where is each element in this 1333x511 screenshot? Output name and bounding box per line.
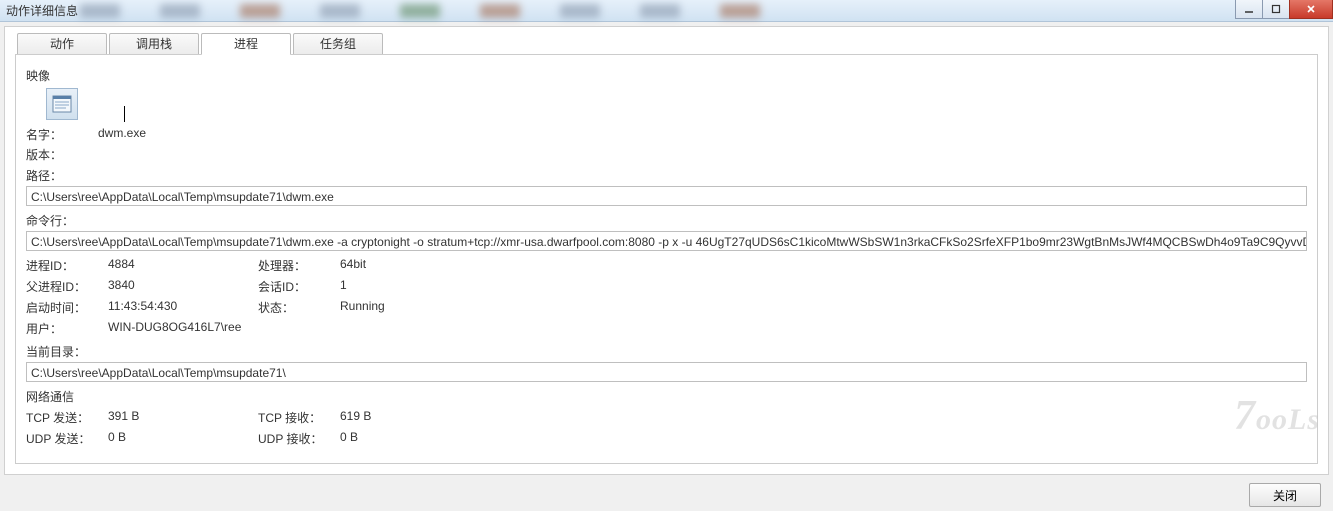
close-button-label: 关闭 <box>1273 489 1297 503</box>
version-label: 版本： <box>26 146 98 163</box>
cwd-label: 当前目录： <box>26 343 1307 360</box>
text-caret <box>124 106 125 122</box>
tab-process[interactable]: 进程 <box>201 33 291 55</box>
path-value: C:\Users\ree\AppData\Local\Temp\msupdate… <box>31 190 334 204</box>
tab-label: 调用栈 <box>136 37 172 51</box>
tcp-send-value: 391 B <box>108 409 248 426</box>
cwd-value: C:\Users\ree\AppData\Local\Temp\msupdate… <box>31 366 286 380</box>
session-label: 会话ID： <box>258 278 330 295</box>
path-label: 路径： <box>26 167 1307 184</box>
window-controls <box>1236 0 1333 19</box>
window-title: 动作详细信息 <box>6 2 78 19</box>
image-section-label: 映像 <box>26 67 1307 84</box>
name-label: 名字： <box>26 126 98 143</box>
tcp-send-label: TCP 发送： <box>26 409 98 426</box>
cpu-label: 处理器： <box>258 257 330 274</box>
ppid-value: 3840 <box>108 278 248 295</box>
tab-row: 动作 调用栈 进程 任务组 <box>5 27 1328 55</box>
cwd-box[interactable]: C:\Users\ree\AppData\Local\Temp\msupdate… <box>26 362 1307 382</box>
title-bar: 动作详细信息 <box>0 0 1333 22</box>
name-value: dwm.exe <box>98 126 146 143</box>
cpu-value: 64bit <box>340 257 480 274</box>
version-row: 版本： <box>26 146 1307 163</box>
udp-send-value: 0 B <box>108 430 248 447</box>
ppid-label: 父进程ID： <box>26 278 98 295</box>
close-button[interactable] <box>1289 0 1333 19</box>
content-area: 动作 调用栈 进程 任务组 映像 名字 <box>4 26 1329 475</box>
status-label: 状态： <box>258 299 330 316</box>
start-value: 11:43:54:430 <box>108 299 248 316</box>
tab-action[interactable]: 动作 <box>17 33 107 55</box>
tcp-recv-value: 619 B <box>340 409 480 426</box>
cmd-box[interactable]: C:\Users\ree\AppData\Local\Temp\msupdate… <box>26 231 1307 251</box>
cmd-label: 命令行： <box>26 212 1307 229</box>
udp-recv-value: 0 B <box>340 430 480 447</box>
name-row: 名字： dwm.exe <box>26 126 1307 143</box>
status-value: Running <box>340 299 480 316</box>
path-box[interactable]: C:\Users\ree\AppData\Local\Temp\msupdate… <box>26 186 1307 206</box>
tab-taskgroup[interactable]: 任务组 <box>293 33 383 55</box>
cmd-value: C:\Users\ree\AppData\Local\Temp\msupdate… <box>31 235 1307 249</box>
tab-label: 任务组 <box>320 37 356 51</box>
footer-row: 关闭 <box>0 479 1333 511</box>
net-section-label: 网络通信 <box>26 388 1307 405</box>
start-label: 启动时间： <box>26 299 98 316</box>
udp-recv-label: UDP 接收： <box>258 430 330 447</box>
user-label: 用户： <box>26 320 98 337</box>
exe-icon <box>46 88 78 120</box>
user-value: WIN-DUG8OG416L7\ree <box>108 320 480 337</box>
maximize-button[interactable] <box>1262 0 1290 19</box>
pid-label: 进程ID： <box>26 257 98 274</box>
tab-label: 动作 <box>50 37 74 51</box>
pid-value: 4884 <box>108 257 248 274</box>
background-blur <box>80 2 1243 19</box>
session-value: 1 <box>340 278 480 295</box>
tab-label: 进程 <box>234 37 258 51</box>
net-info-grid: TCP 发送： 391 B TCP 接收： 619 B UDP 发送： 0 B … <box>26 409 1307 447</box>
process-info-grid: 进程ID： 4884 处理器： 64bit 父进程ID： 3840 会话ID： … <box>26 257 1307 337</box>
minimize-button[interactable] <box>1235 0 1263 19</box>
process-panel: 映像 名字： dwm.exe 版本： <box>15 54 1318 464</box>
tcp-recv-label: TCP 接收： <box>258 409 330 426</box>
udp-send-label: UDP 发送： <box>26 430 98 447</box>
dialog-window: 动作详细信息 动作 调用栈 进程 任务组 映像 <box>0 0 1333 511</box>
tab-callstack[interactable]: 调用栈 <box>109 33 199 55</box>
close-dialog-button[interactable]: 关闭 <box>1249 483 1321 507</box>
